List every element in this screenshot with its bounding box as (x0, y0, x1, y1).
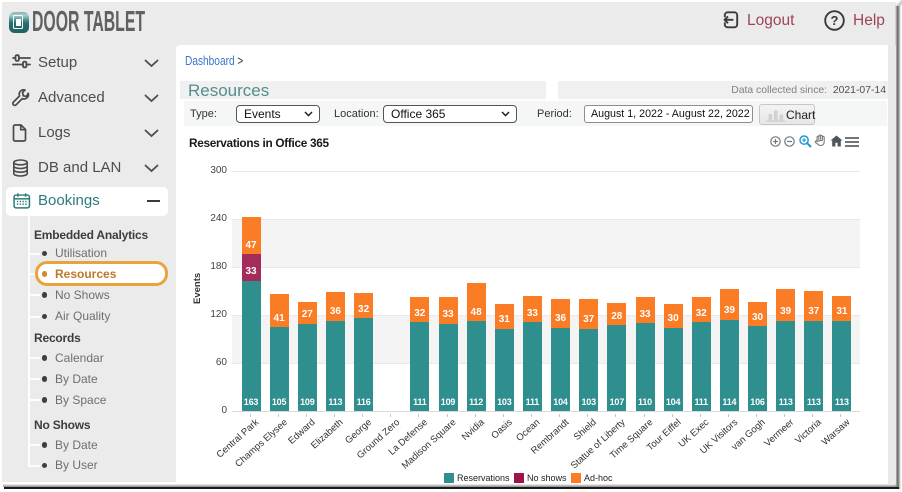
svg-text:?: ? (831, 13, 839, 28)
